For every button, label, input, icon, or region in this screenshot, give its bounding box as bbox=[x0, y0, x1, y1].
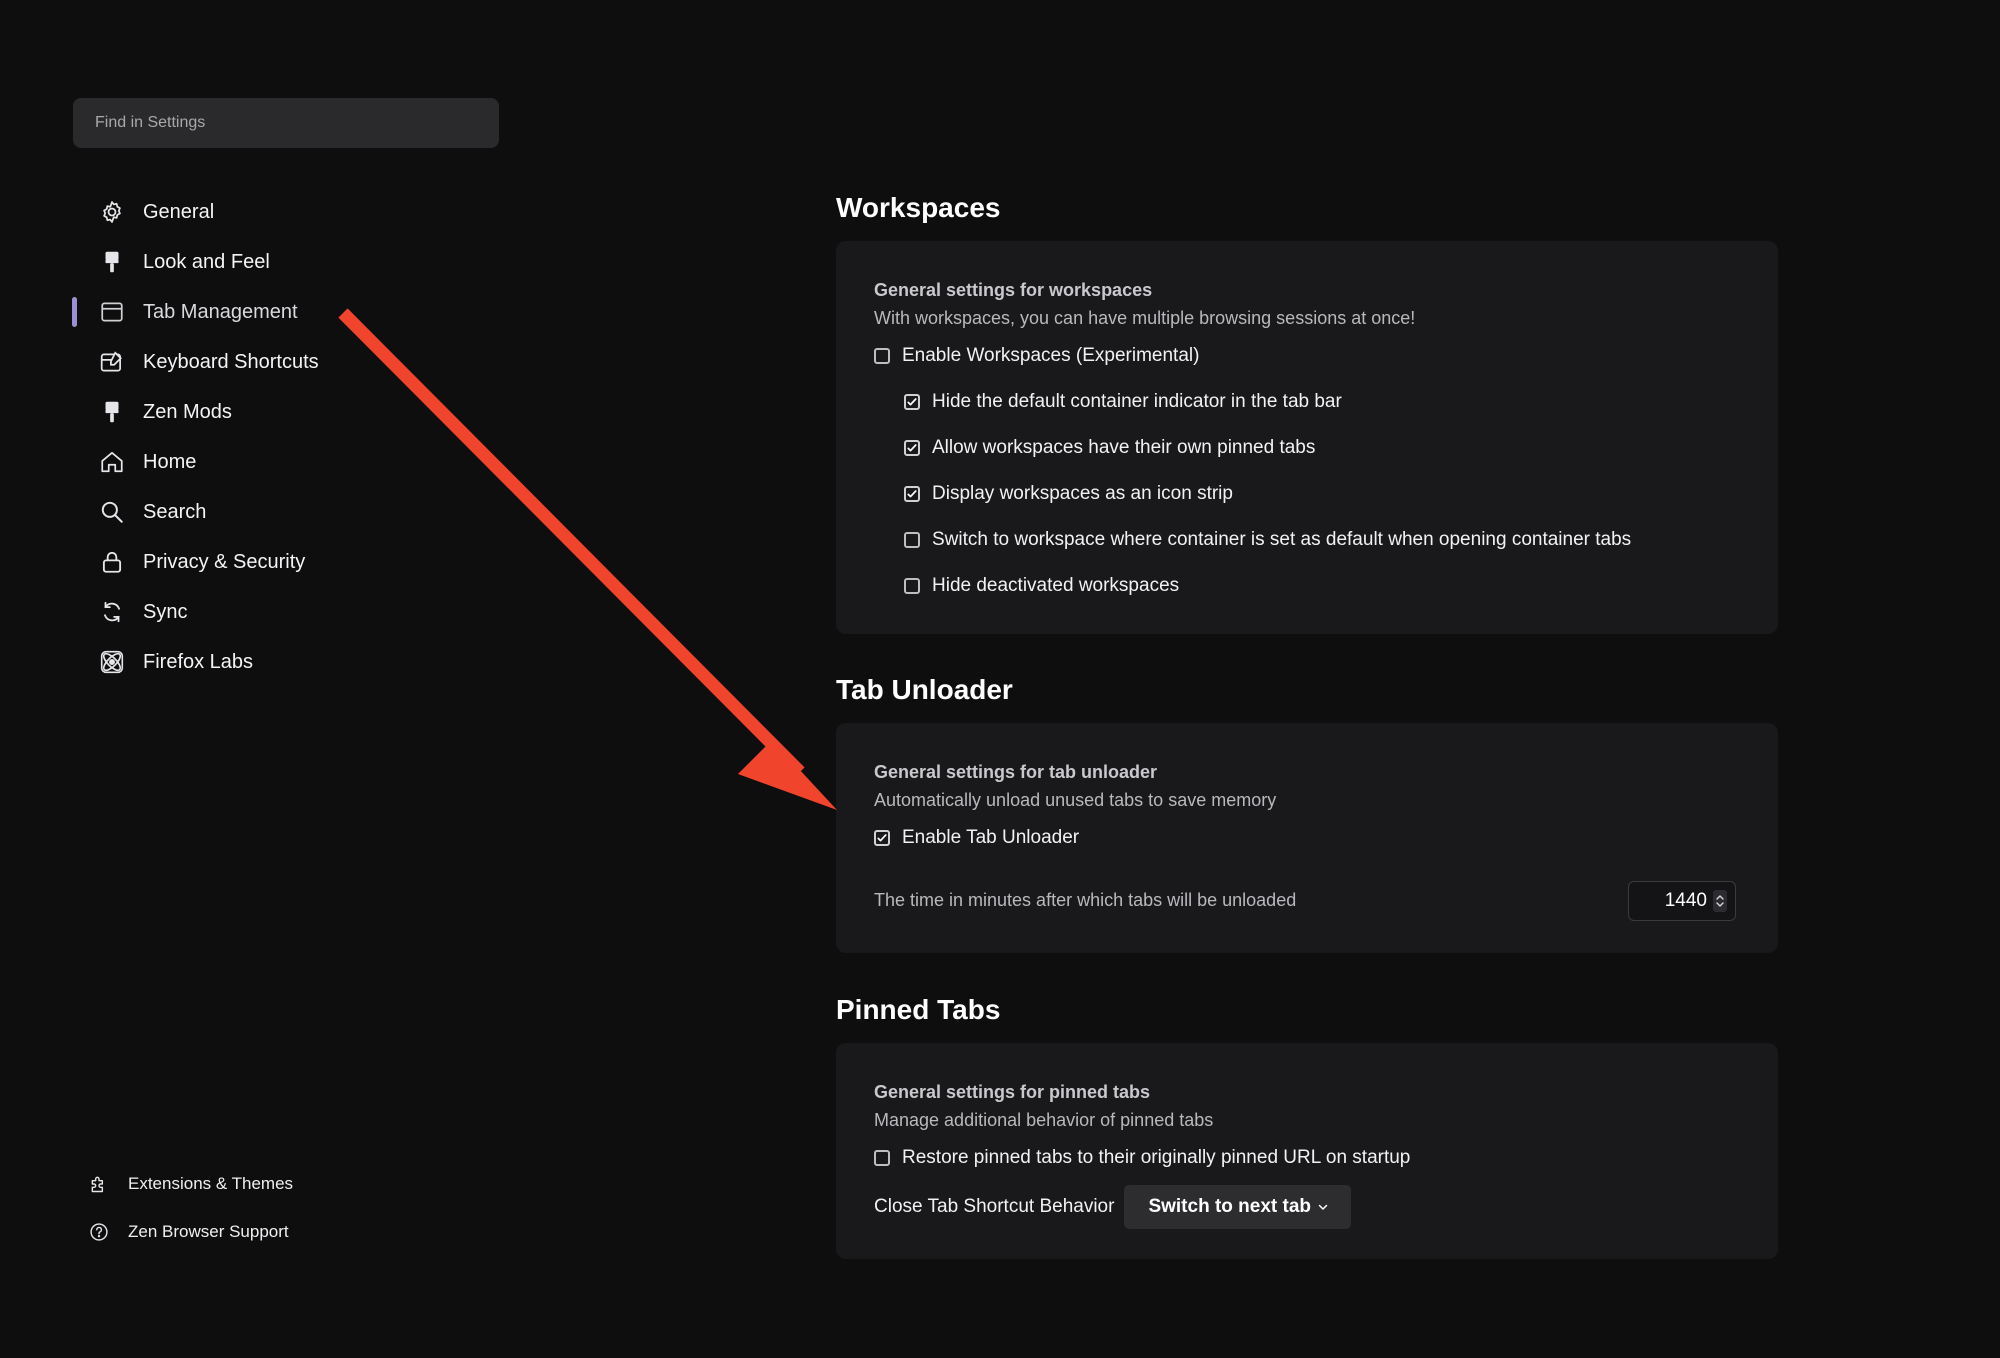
settings-page: General Look and Feel Tab Management bbox=[0, 0, 2000, 1358]
sidebar-item-label: Search bbox=[143, 500, 207, 523]
sidebar-item-sync[interactable]: Sync bbox=[72, 587, 492, 637]
sidebar-item-look-and-feel[interactable]: Look and Feel bbox=[72, 237, 492, 287]
puzzle-icon bbox=[88, 1173, 110, 1195]
checkbox-label: Hide deactivated workspaces bbox=[932, 575, 1180, 596]
checkbox-unchecked[interactable] bbox=[874, 1150, 890, 1166]
pinned-tabs-card: General settings for pinned tabs Manage … bbox=[836, 1043, 1778, 1259]
unload-timeout-input[interactable]: 1440 bbox=[1628, 881, 1736, 921]
atom-icon bbox=[99, 649, 125, 675]
search-input[interactable] bbox=[93, 113, 479, 133]
sidebar-item-label: Tab Management bbox=[143, 300, 298, 323]
lock-icon bbox=[99, 549, 125, 575]
sidebar-item-home[interactable]: Home bbox=[72, 437, 492, 487]
search-icon bbox=[99, 499, 125, 525]
sidebar-item-label: Keyboard Shortcuts bbox=[143, 350, 319, 373]
checkbox-checked[interactable] bbox=[904, 394, 920, 410]
workspaces-heading: General settings for workspaces bbox=[874, 280, 1153, 300]
checkbox-label: Enable Workspaces (Experimental) bbox=[902, 345, 1200, 366]
unload-timeout-value: 1440 bbox=[1664, 890, 1707, 911]
tab-unloader-description: Automatically unload unused tabs to save… bbox=[874, 790, 1277, 810]
sidebar-item-search[interactable]: Search bbox=[72, 487, 492, 537]
checkbox-label: Switch to workspace where container is s… bbox=[932, 529, 1632, 550]
checkbox-checked[interactable] bbox=[904, 486, 920, 502]
checkbox-label: Display workspaces as an icon strip bbox=[932, 483, 1233, 504]
sidebar-item-tab-management[interactable]: Tab Management bbox=[72, 287, 492, 337]
keyboard-shortcut-icon bbox=[99, 349, 125, 375]
checkbox-label: Enable Tab Unloader bbox=[902, 827, 1080, 848]
dropdown-value: Switch to next tab bbox=[1148, 1196, 1312, 1217]
sidebar-item-label: General bbox=[143, 200, 215, 223]
checkbox-checked[interactable] bbox=[874, 830, 890, 846]
checkbox-unchecked[interactable] bbox=[874, 348, 890, 364]
sidebar-item-privacy-security[interactable]: Privacy & Security bbox=[72, 537, 492, 587]
search-box[interactable] bbox=[73, 98, 499, 148]
hide-container-indicator-checkbox[interactable]: Hide the default container indicator in … bbox=[904, 391, 1342, 413]
paintbrush-icon bbox=[99, 249, 125, 275]
sidebar-item-firefox-labs[interactable]: Firefox Labs bbox=[72, 637, 492, 687]
sidebar-item-label: Look and Feel bbox=[143, 250, 270, 273]
sidebar-nav: General Look and Feel Tab Management Key… bbox=[72, 187, 492, 687]
pinned-tabs-heading: General settings for pinned tabs bbox=[874, 1082, 1151, 1102]
home-icon bbox=[99, 449, 125, 475]
workspaces-description: With workspaces, you can have multiple b… bbox=[874, 308, 1416, 328]
checkbox-label: Restore pinned tabs to their originally … bbox=[902, 1147, 1411, 1168]
close-tab-behavior-dropdown[interactable]: Switch to next tab bbox=[1124, 1185, 1352, 1229]
chevron-down-icon bbox=[1317, 1201, 1329, 1213]
zen-browser-support-link[interactable]: Zen Browser Support bbox=[88, 1208, 293, 1256]
sidebar-item-label: Privacy & Security bbox=[143, 550, 306, 573]
tab-unloader-title: Tab Unloader bbox=[836, 674, 1013, 705]
sidebar-item-label: Home bbox=[143, 450, 197, 473]
checkbox-label: Allow workspaces have their own pinned t… bbox=[932, 437, 1316, 458]
close-tab-behavior-row: Close Tab Shortcut Behavior Switch to ne… bbox=[874, 1185, 1352, 1229]
paintbrush-icon bbox=[99, 399, 125, 425]
spinner-icon[interactable] bbox=[1713, 890, 1727, 912]
workspace-pinned-tabs-checkbox[interactable]: Allow workspaces have their own pinned t… bbox=[904, 437, 1315, 459]
checkmark-icon bbox=[907, 444, 917, 452]
workspaces-title: Workspaces bbox=[836, 192, 1001, 223]
close-tab-behavior-label: Close Tab Shortcut Behavior bbox=[874, 1196, 1115, 1217]
sidebar-item-label: Sync bbox=[143, 600, 188, 623]
checkbox-label: Hide the default container indicator in … bbox=[932, 391, 1342, 412]
hide-deactivated-workspaces-checkbox[interactable]: Hide deactivated workspaces bbox=[904, 575, 1179, 597]
checkbox-checked[interactable] bbox=[904, 440, 920, 456]
window-icon bbox=[99, 299, 125, 325]
checkbox-unchecked[interactable] bbox=[904, 532, 920, 548]
tab-unloader-card: General settings for tab unloader Automa… bbox=[836, 723, 1778, 953]
checkmark-icon bbox=[907, 398, 917, 406]
checkmark-icon bbox=[907, 490, 917, 498]
checkmark-icon bbox=[877, 834, 887, 842]
unload-timeout-label: The time in minutes after which tabs wil… bbox=[874, 890, 1297, 910]
enable-workspaces-checkbox[interactable]: Enable Workspaces (Experimental) bbox=[874, 345, 1199, 367]
pinned-tabs-title: Pinned Tabs bbox=[836, 994, 1001, 1025]
sidebar-item-label: Zen Mods bbox=[143, 400, 232, 423]
switch-workspace-container-checkbox[interactable]: Switch to workspace where container is s… bbox=[904, 529, 1631, 551]
footer-link-label: Zen Browser Support bbox=[128, 1222, 289, 1241]
enable-tab-unloader-checkbox[interactable]: Enable Tab Unloader bbox=[874, 827, 1079, 849]
sync-icon bbox=[99, 599, 125, 625]
active-indicator bbox=[72, 297, 77, 327]
sidebar-item-zen-mods[interactable]: Zen Mods bbox=[72, 387, 492, 437]
sidebar-footer: Extensions & Themes Zen Browser Support bbox=[88, 1160, 293, 1256]
icon-strip-checkbox[interactable]: Display workspaces as an icon strip bbox=[904, 483, 1233, 505]
sidebar-item-keyboard-shortcuts[interactable]: Keyboard Shortcuts bbox=[72, 337, 492, 387]
checkbox-unchecked[interactable] bbox=[904, 578, 920, 594]
restore-pinned-tabs-checkbox[interactable]: Restore pinned tabs to their originally … bbox=[874, 1147, 1410, 1169]
tab-unloader-heading: General settings for tab unloader bbox=[874, 762, 1158, 782]
pinned-tabs-description: Manage additional behavior of pinned tab… bbox=[874, 1110, 1214, 1130]
extensions-themes-link[interactable]: Extensions & Themes bbox=[88, 1160, 293, 1208]
workspaces-card: General settings for workspaces With wor… bbox=[836, 241, 1778, 634]
help-icon bbox=[88, 1221, 110, 1243]
sidebar-item-label: Firefox Labs bbox=[143, 650, 254, 673]
sidebar-item-general[interactable]: General bbox=[72, 187, 492, 237]
footer-link-label: Extensions & Themes bbox=[128, 1174, 294, 1193]
gear-icon bbox=[99, 199, 125, 225]
